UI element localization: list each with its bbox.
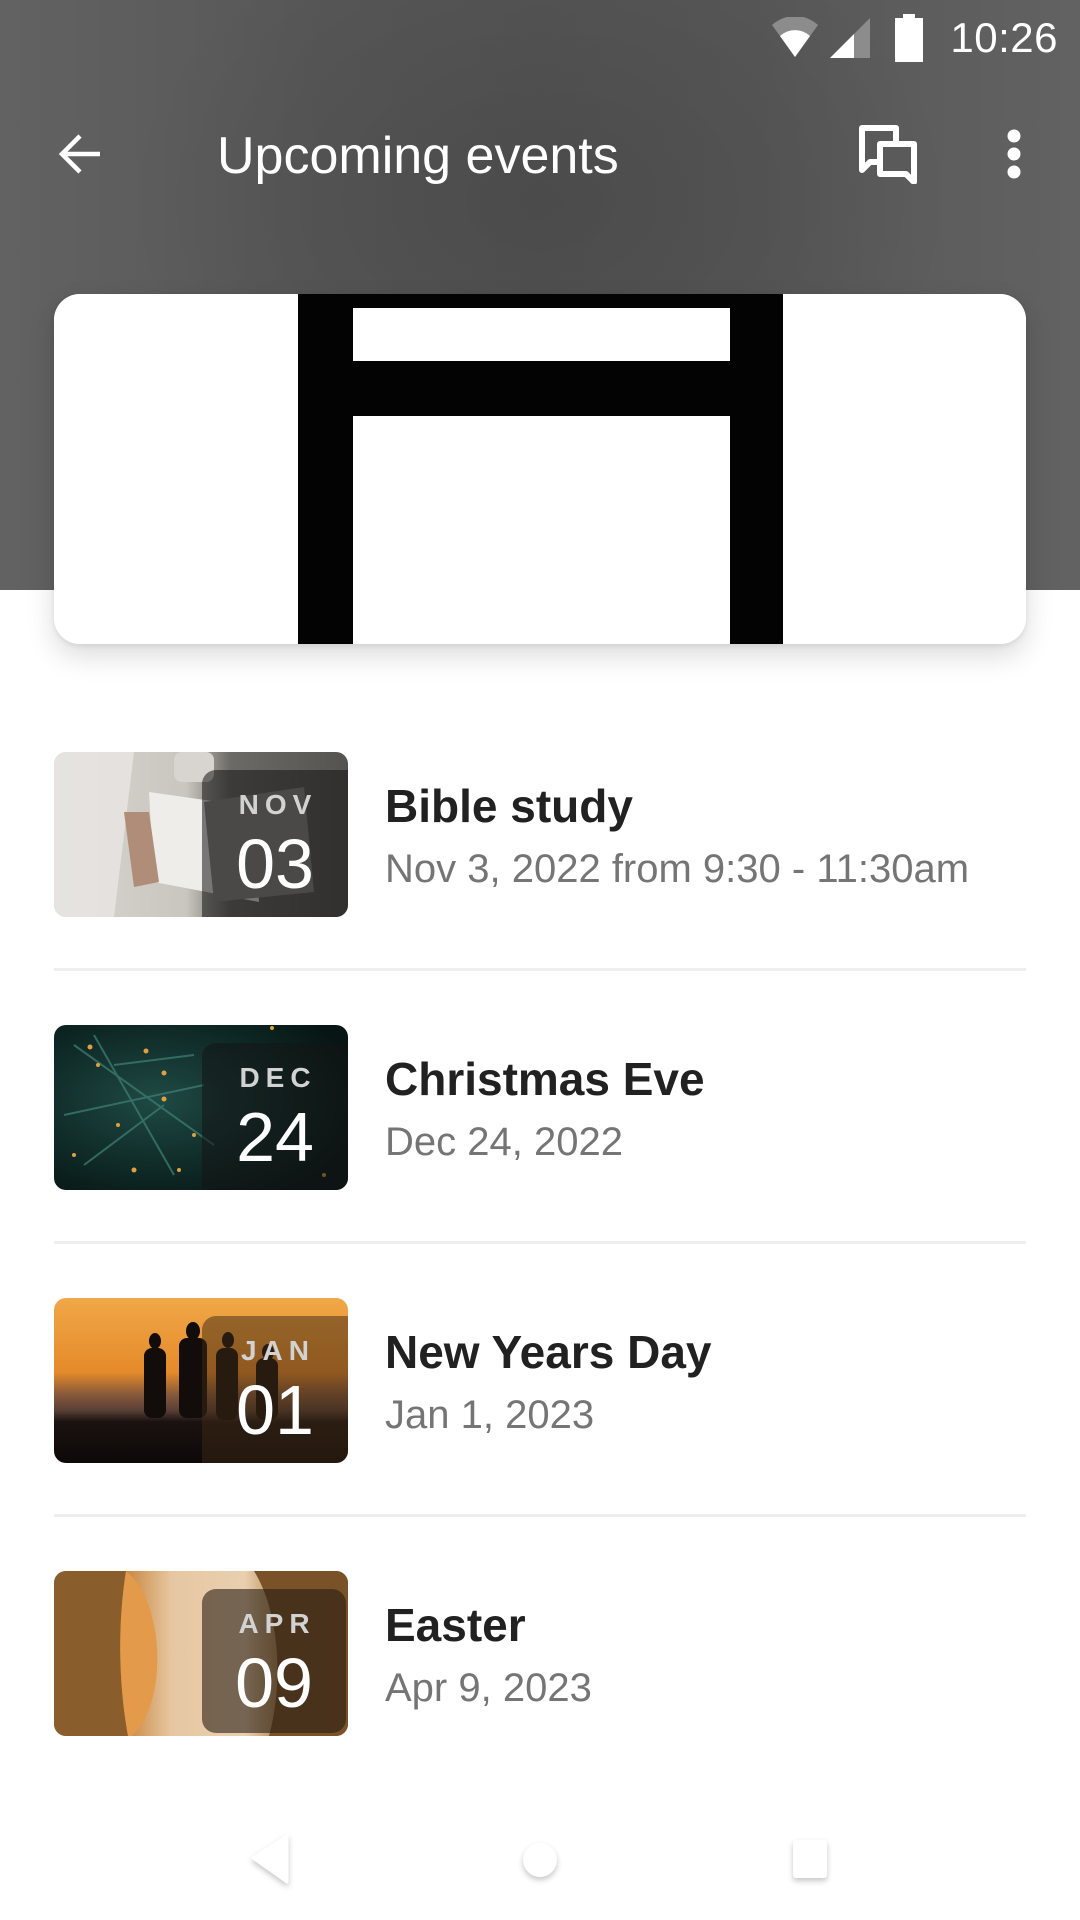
arrow-left-icon xyxy=(56,130,104,183)
nav-home-button[interactable] xyxy=(495,1820,585,1900)
nav-back-button[interactable] xyxy=(225,1820,315,1900)
event-date: Apr 9, 2023 xyxy=(385,1666,592,1710)
date-badge: APR 09 xyxy=(202,1589,346,1733)
page-title: Upcoming events xyxy=(217,127,619,185)
event-thumbnail: JAN 01 xyxy=(54,1298,348,1463)
date-badge: JAN 01 xyxy=(202,1316,348,1463)
clock: 10:26 xyxy=(950,14,1058,61)
hero-banner-card[interactable] xyxy=(54,294,1026,644)
signal-icon xyxy=(828,16,872,60)
hero-logo-image xyxy=(54,294,1026,644)
date-badge-day: 24 xyxy=(236,1098,314,1176)
event-date: Nov 3, 2022 from 9:30 - 11:30am xyxy=(385,847,970,891)
back-button[interactable] xyxy=(40,116,120,196)
event-title: Easter xyxy=(385,1599,526,1651)
more-vertical-icon xyxy=(1006,129,1022,184)
event-date: Jan 1, 2023 xyxy=(385,1393,595,1437)
date-badge-day: 09 xyxy=(235,1644,313,1722)
event-title: New Years Day xyxy=(385,1326,712,1378)
nav-recents-button[interactable] xyxy=(765,1820,855,1900)
wifi-icon xyxy=(770,17,820,59)
date-badge-month: APR xyxy=(238,1608,316,1639)
more-options-button[interactable] xyxy=(984,116,1044,196)
date-badge-day: 01 xyxy=(236,1371,314,1449)
divider xyxy=(54,968,1026,971)
event-title: Christmas Eve xyxy=(385,1053,705,1105)
chat-bubbles-icon xyxy=(856,124,920,189)
nav-recents-icon xyxy=(788,1836,832,1884)
date-badge-month: DEC xyxy=(239,1062,317,1093)
event-date: Dec 24, 2022 xyxy=(385,1120,623,1164)
nav-home-icon xyxy=(518,1838,562,1882)
divider xyxy=(54,1241,1026,1244)
event-item-bible-study[interactable]: NOV 03 Bible study Nov 3, 2022 from 9:30… xyxy=(0,752,1080,1025)
status-bar: 10:26 xyxy=(0,0,1080,74)
app-bar: Upcoming events xyxy=(0,96,1080,216)
date-badge: DEC 24 xyxy=(202,1043,348,1190)
date-badge: NOV 03 xyxy=(202,770,348,917)
chat-button[interactable] xyxy=(846,116,930,196)
screen: 10:26 Upcoming events NOV 03 Bible study… xyxy=(0,0,1080,1920)
event-thumbnail: NOV 03 xyxy=(54,752,348,917)
event-thumbnail: DEC 24 xyxy=(54,1025,348,1190)
date-badge-day: 03 xyxy=(236,825,314,903)
event-item-new-years-day[interactable]: JAN 01 New Years Day Jan 1, 2023 xyxy=(0,1298,1080,1571)
battery-icon xyxy=(894,14,924,62)
date-badge-month: NOV xyxy=(238,789,318,820)
event-title: Bible study xyxy=(385,780,633,832)
date-badge-month: JAN xyxy=(240,1335,315,1366)
event-item-christmas-eve[interactable]: DEC 24 Christmas Eve Dec 24, 2022 xyxy=(0,1025,1080,1298)
divider xyxy=(54,1514,1026,1517)
system-nav-bar xyxy=(0,1800,1080,1920)
status-icons: 10:26 xyxy=(770,10,1058,66)
event-thumbnail: APR 09 xyxy=(54,1571,348,1736)
nav-back-icon xyxy=(245,1832,295,1888)
